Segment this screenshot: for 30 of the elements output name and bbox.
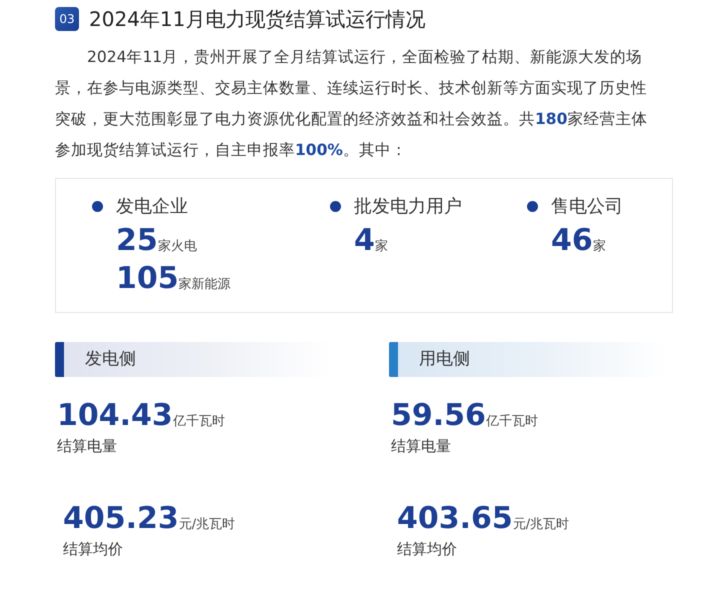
- participant-label: 批发电力用户: [354, 195, 462, 219]
- section-title: 2024年11月电力现货结算试运行情况: [89, 6, 426, 33]
- metric-label: 结算电量: [57, 436, 118, 457]
- count-value: 4: [354, 226, 375, 256]
- count-unit: 家新能源: [178, 276, 231, 294]
- metric-unit: 亿千瓦时: [486, 413, 538, 431]
- side-title: 发电侧: [85, 348, 136, 371]
- intro-paragraph: 2024年11月，贵州开展了全月结算试运行，全面检验了枯期、新能源大发的场景，在参与电源类型、交易主体数量、连续运行时长、技术创新等方面实现了历史性突破，更大范围彰显了电力资源优化配置的经济效益和社会效益。共180家经营主体参加现货结算试运行，自主申报率100%。其中：: [55, 47, 648, 161]
- count-unit: 家火电: [158, 238, 197, 256]
- metric-unit: 亿千瓦时: [172, 413, 225, 431]
- metric-unit: 元/兆瓦时: [512, 516, 570, 534]
- metric-value: 104.43: [57, 399, 173, 433]
- section-number-badge: 03: [55, 7, 79, 31]
- metric-value: 59.56: [391, 399, 486, 433]
- count-value: 105: [116, 264, 179, 294]
- side-header-bar: [55, 342, 64, 377]
- side-title: 用电侧: [419, 348, 470, 371]
- count-unit: 家: [374, 238, 388, 256]
- metric-unit: 元/兆瓦时: [178, 516, 236, 534]
- metric-label: 结算均价: [63, 538, 124, 560]
- metric-value: 403.65: [397, 502, 513, 536]
- participant-label: 售电公司: [551, 195, 623, 219]
- count-value: 46: [551, 226, 593, 256]
- metric-value: 405.23: [63, 502, 179, 536]
- metric-label: 结算均价: [397, 538, 458, 560]
- count-value: 25: [116, 226, 158, 256]
- participant-label: 发电企业: [116, 195, 188, 219]
- count-unit: 家: [592, 238, 606, 256]
- metric-label: 结算电量: [391, 436, 452, 457]
- side-header-bar: [389, 342, 398, 377]
